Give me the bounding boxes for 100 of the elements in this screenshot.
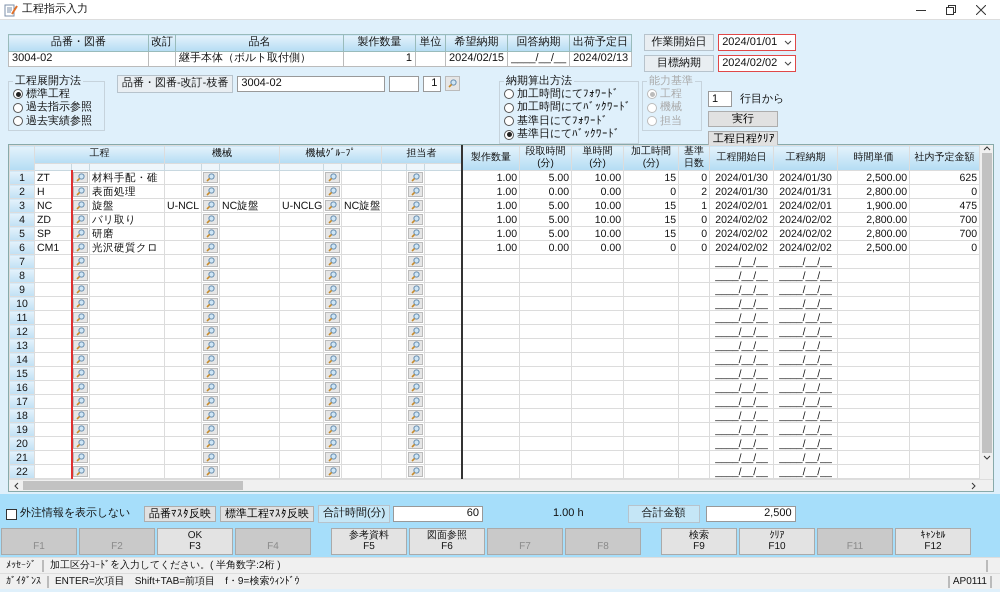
search-button[interactable] <box>325 410 340 422</box>
radio-button[interactable] <box>504 102 514 113</box>
search-button[interactable] <box>325 452 340 464</box>
function-key[interactable]: OK F3 <box>157 528 233 555</box>
vertical-scrollbar[interactable] <box>980 145 993 479</box>
search-button[interactable] <box>408 452 424 464</box>
function-key[interactable]: 検索 F9 <box>661 528 737 555</box>
function-key[interactable]: 図面参照 F6 <box>409 528 485 555</box>
radio-button[interactable] <box>13 116 23 126</box>
search-button[interactable] <box>203 452 218 464</box>
search-button[interactable] <box>325 396 340 408</box>
radio-button[interactable] <box>504 89 514 100</box>
search-button[interactable] <box>203 172 218 184</box>
search-button[interactable] <box>408 284 424 296</box>
search-button[interactable] <box>408 214 424 226</box>
master-button[interactable]: 品番ﾏｽﾀ反映 <box>144 506 216 522</box>
search-button[interactable] <box>325 214 340 226</box>
radio-button[interactable] <box>504 116 514 126</box>
search-button[interactable] <box>408 340 424 352</box>
search-button[interactable] <box>408 410 424 422</box>
search-button[interactable] <box>203 410 218 422</box>
search-button[interactable] <box>408 172 424 184</box>
search-button[interactable] <box>203 186 218 198</box>
search-button[interactable] <box>325 368 340 380</box>
search-button[interactable] <box>445 76 460 92</box>
search-button[interactable] <box>73 214 88 226</box>
search-button[interactable] <box>408 228 424 240</box>
radio-button[interactable] <box>504 130 514 140</box>
search-button[interactable] <box>73 284 88 296</box>
date-field[interactable]: 2024/02/02 <box>718 55 796 72</box>
search-button[interactable] <box>203 242 218 254</box>
search-button[interactable] <box>408 466 424 478</box>
search-button[interactable] <box>203 214 218 226</box>
search-button[interactable] <box>203 368 218 380</box>
search-button[interactable] <box>203 284 218 296</box>
search-button[interactable] <box>73 368 88 380</box>
search-button[interactable] <box>408 242 424 254</box>
search-button[interactable] <box>73 424 88 436</box>
search-button[interactable] <box>73 354 88 366</box>
search-button[interactable] <box>408 382 424 394</box>
search-button[interactable] <box>203 438 218 450</box>
search-button[interactable] <box>325 382 340 394</box>
horizontal-scrollbar[interactable] <box>9 479 993 491</box>
search-button[interactable] <box>325 242 340 254</box>
date-field[interactable]: 2024/01/01 <box>718 34 796 51</box>
search-button[interactable] <box>408 256 424 268</box>
search-button[interactable] <box>203 424 218 436</box>
search-button[interactable] <box>325 200 340 212</box>
search-button[interactable] <box>73 326 88 338</box>
search-button[interactable] <box>408 326 424 338</box>
search-button[interactable] <box>325 438 340 450</box>
function-key[interactable]: ｷｬﾝｾﾙ F12 <box>895 528 971 555</box>
search-button[interactable] <box>408 396 424 408</box>
input-field[interactable]: 1 <box>708 91 732 108</box>
search-button[interactable] <box>325 424 340 436</box>
search-button[interactable] <box>203 298 218 310</box>
search-button[interactable] <box>73 410 88 422</box>
search-button[interactable] <box>408 186 424 198</box>
search-button[interactable] <box>408 312 424 324</box>
radio-button[interactable] <box>13 102 23 113</box>
search-button[interactable] <box>73 228 88 240</box>
input-field[interactable]: 1 <box>423 76 442 92</box>
search-button[interactable] <box>73 270 88 282</box>
search-button[interactable] <box>73 186 88 198</box>
search-button[interactable] <box>325 270 340 282</box>
search-button[interactable] <box>73 340 88 352</box>
search-button[interactable] <box>203 200 218 212</box>
search-button[interactable] <box>325 284 340 296</box>
search-button[interactable] <box>203 340 218 352</box>
search-button[interactable] <box>203 256 218 268</box>
search-button[interactable] <box>408 298 424 310</box>
master-button[interactable]: 標準工程ﾏｽﾀ反映 <box>220 506 314 522</box>
function-key[interactable]: 参考資料 F5 <box>331 528 407 555</box>
input-field[interactable]: 3004-02 <box>237 76 386 92</box>
search-button[interactable] <box>203 396 218 408</box>
search-button[interactable] <box>325 312 340 324</box>
search-button[interactable] <box>408 270 424 282</box>
search-button[interactable] <box>408 200 424 212</box>
action-button[interactable]: 実行 <box>708 111 778 128</box>
search-button[interactable] <box>325 354 340 366</box>
search-button[interactable] <box>73 256 88 268</box>
search-button[interactable] <box>325 466 340 478</box>
search-button[interactable] <box>203 326 218 338</box>
search-button[interactable] <box>203 312 218 324</box>
search-button[interactable] <box>325 256 340 268</box>
search-button[interactable] <box>408 354 424 366</box>
search-button[interactable] <box>325 172 340 184</box>
search-button[interactable] <box>73 396 88 408</box>
search-button[interactable] <box>203 354 218 366</box>
search-button[interactable] <box>73 466 88 478</box>
search-button[interactable] <box>325 228 340 240</box>
search-button[interactable] <box>73 312 88 324</box>
search-button[interactable] <box>73 438 88 450</box>
search-button[interactable] <box>408 424 424 436</box>
radio-button[interactable] <box>13 89 23 100</box>
input-field[interactable] <box>389 76 420 92</box>
search-button[interactable] <box>325 298 340 310</box>
search-button[interactable] <box>73 382 88 394</box>
search-button[interactable] <box>73 452 88 464</box>
checkbox[interactable] <box>6 508 17 520</box>
